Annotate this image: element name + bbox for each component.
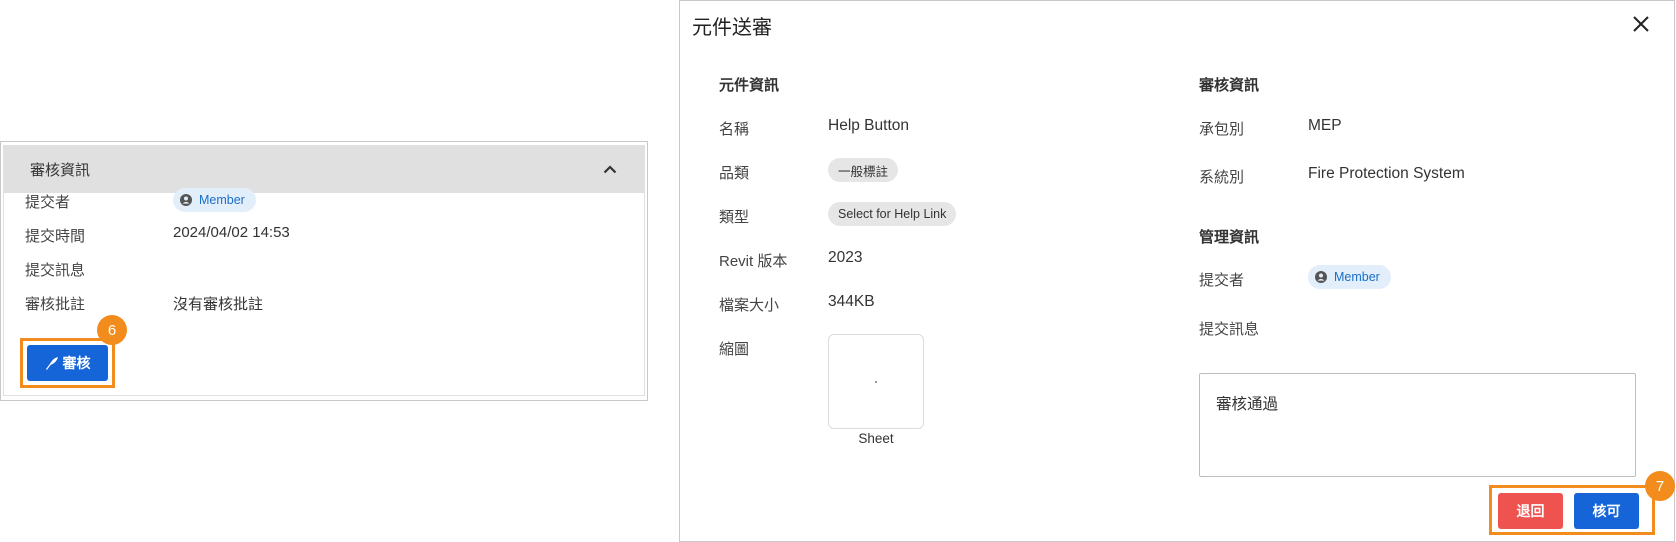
- close-icon[interactable]: [1630, 13, 1652, 35]
- management-info-title: 管理資訊: [1199, 229, 1260, 246]
- revit-version-value: 2023: [828, 249, 863, 266]
- category-chip: 一般標註: [828, 158, 899, 182]
- dialog-title: 元件送審: [692, 17, 772, 39]
- step-badge-7: 7: [1645, 471, 1675, 501]
- dialog-submitter-label: 提交者: [1199, 272, 1245, 289]
- submit-time-label: 提交時間: [25, 228, 86, 245]
- review-button[interactable]: 審核: [27, 345, 108, 381]
- file-size-value: 344KB: [828, 293, 875, 310]
- name-label: 名稱: [719, 121, 750, 138]
- submit-message-label: 提交訊息: [25, 262, 86, 279]
- type-label: 類型: [719, 209, 750, 226]
- review-comment-input[interactable]: 審核通過: [1199, 373, 1636, 477]
- review-info-title: 審核資訊: [1199, 77, 1260, 94]
- dialog-submit-message-label: 提交訊息: [1199, 321, 1260, 338]
- account-circle-icon: [180, 194, 192, 206]
- thumbnail-image[interactable]: [828, 334, 924, 429]
- review-comment-value: 沒有審核批註: [173, 296, 264, 313]
- contractor-value: MEP: [1308, 117, 1342, 134]
- submitter-name: Member: [199, 193, 245, 207]
- dialog-submitter-name: Member: [1334, 270, 1380, 284]
- contractor-label: 承包別: [1199, 121, 1245, 138]
- review-info-header[interactable]: 審核資訊: [4, 146, 644, 193]
- submit-time-value: 2024/04/02 14:53: [173, 224, 290, 241]
- file-size-label: 檔案大小: [719, 297, 780, 314]
- feather-icon: [45, 357, 58, 370]
- action-buttons-highlight: 退回 核可: [1489, 485, 1655, 535]
- step-badge-6: 6: [97, 315, 127, 345]
- thumbnail-label: 縮圖: [719, 341, 750, 358]
- dialog-submitter-chip: Member: [1308, 265, 1391, 289]
- component-info-title: 元件資訊: [719, 77, 780, 94]
- submitter-chip: Member: [173, 188, 256, 212]
- approve-button[interactable]: 核可: [1574, 493, 1639, 529]
- review-button-label: 審核: [62, 355, 91, 371]
- component-review-dialog: 元件送審 元件資訊 名稱 Help Button 品類 一般標註 類型 Sele…: [679, 0, 1675, 542]
- category-label: 品類: [719, 165, 750, 182]
- thumbnail-caption: Sheet: [858, 431, 894, 446]
- system-label: 系統別: [1199, 169, 1245, 186]
- revit-version-label: Revit 版本: [719, 253, 788, 270]
- submitter-label: 提交者: [25, 194, 71, 211]
- review-button-highlight: 審核: [20, 338, 115, 388]
- review-comment-label: 審核批註: [25, 296, 86, 313]
- name-value: Help Button: [828, 117, 909, 134]
- review-info-title: 審核資訊: [30, 162, 91, 179]
- system-value: Fire Protection System: [1308, 165, 1465, 182]
- chevron-up-icon[interactable]: [602, 162, 618, 178]
- account-circle-icon: [1315, 271, 1327, 283]
- type-chip: Select for Help Link: [828, 202, 957, 226]
- reject-button[interactable]: 退回: [1498, 493, 1563, 529]
